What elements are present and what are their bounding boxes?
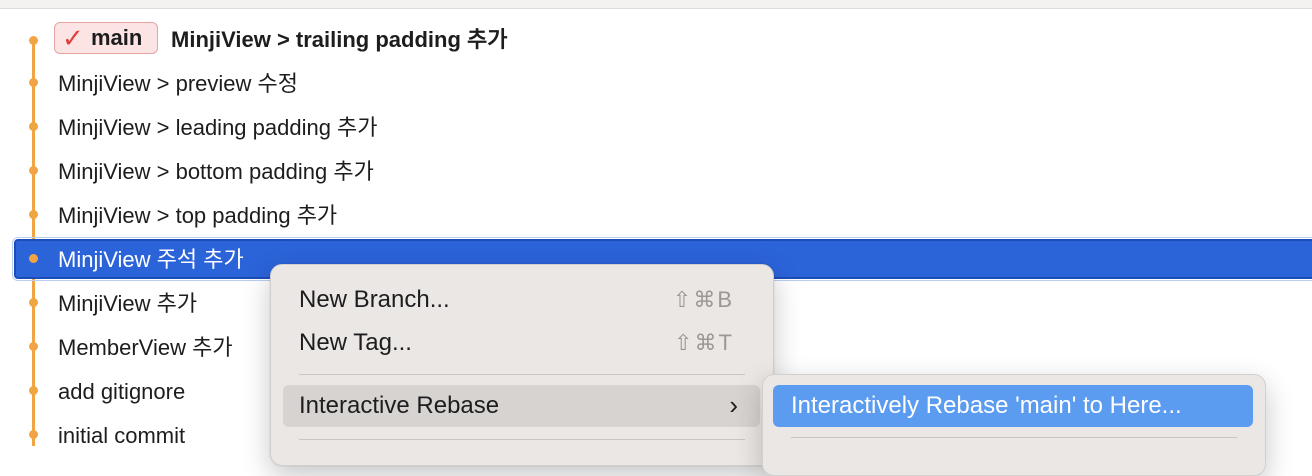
commit-message: MinjiView > trailing padding 추가 [171,27,508,52]
chevron-right-icon: › [729,390,738,420]
branch-tag-main[interactable]: ✓ main [54,22,158,54]
menu-separator [791,437,1237,438]
menu-item-label: New Tag... [299,329,412,356]
submenu-item-label: Interactively Rebase 'main' to Here... [791,392,1182,419]
commit-dot [29,78,38,87]
menu-separator [299,439,745,440]
commit-message: MinjiView > bottom padding 추가 [58,159,374,184]
commit-message: MinjiView > preview 수정 [58,71,298,96]
commit-row-head[interactable]: ✓ main MinjiView > trailing padding 추가 [0,18,1312,62]
context-menu: New Branch... ⇧⌘B New Tag... ⇧⌘T Interac… [270,264,774,466]
menu-item-shortcut: ⇧⌘B [672,287,734,312]
rebase-submenu: Interactively Rebase 'main' to Here... [762,374,1266,476]
menu-item-shortcut: ⇧⌘T [674,330,734,355]
commit-dot [29,122,38,131]
commit-message: MinjiView > leading padding 추가 [58,115,378,140]
commit-message: MinjiView 추가 [58,291,198,316]
commit-dot [29,36,38,45]
checkmark-icon: ✓ [62,23,84,53]
commit-message: MemberView 추가 [58,335,233,360]
commit-dot [29,254,38,263]
commit-message: initial commit [58,423,186,448]
menu-separator [299,374,745,375]
commit-row[interactable]: MinjiView > bottom padding 추가 [0,150,1312,194]
commit-row[interactable]: MinjiView > top padding 추가 [0,194,1312,238]
commit-dot [29,342,38,351]
window-top-border [0,0,1312,9]
commit-message: MinjiView 주석 추가 [58,247,244,272]
menu-item-label: New Branch... [299,286,450,313]
menu-item-new-tag[interactable]: New Tag... ⇧⌘T [283,322,760,364]
submenu-item-interactively-rebase[interactable]: Interactively Rebase 'main' to Here... [773,385,1253,427]
commit-dot [29,386,38,395]
commit-dot [29,166,38,175]
branch-tag-label: main [91,25,143,50]
commit-dot [29,430,38,439]
commit-row[interactable]: MinjiView > preview 수정 [0,62,1312,106]
commit-message: add gitignore [58,379,186,404]
menu-item-interactive-rebase[interactable]: Interactive Rebase › [283,385,760,427]
menu-item-label: Interactive Rebase [299,392,500,419]
commit-dot [29,210,38,219]
commit-message: MinjiView > top padding 추가 [58,203,338,228]
commit-row[interactable]: MinjiView > leading padding 추가 [0,106,1312,150]
menu-item-new-branch[interactable]: New Branch... ⇧⌘B [283,279,760,321]
commit-dot [29,298,38,307]
